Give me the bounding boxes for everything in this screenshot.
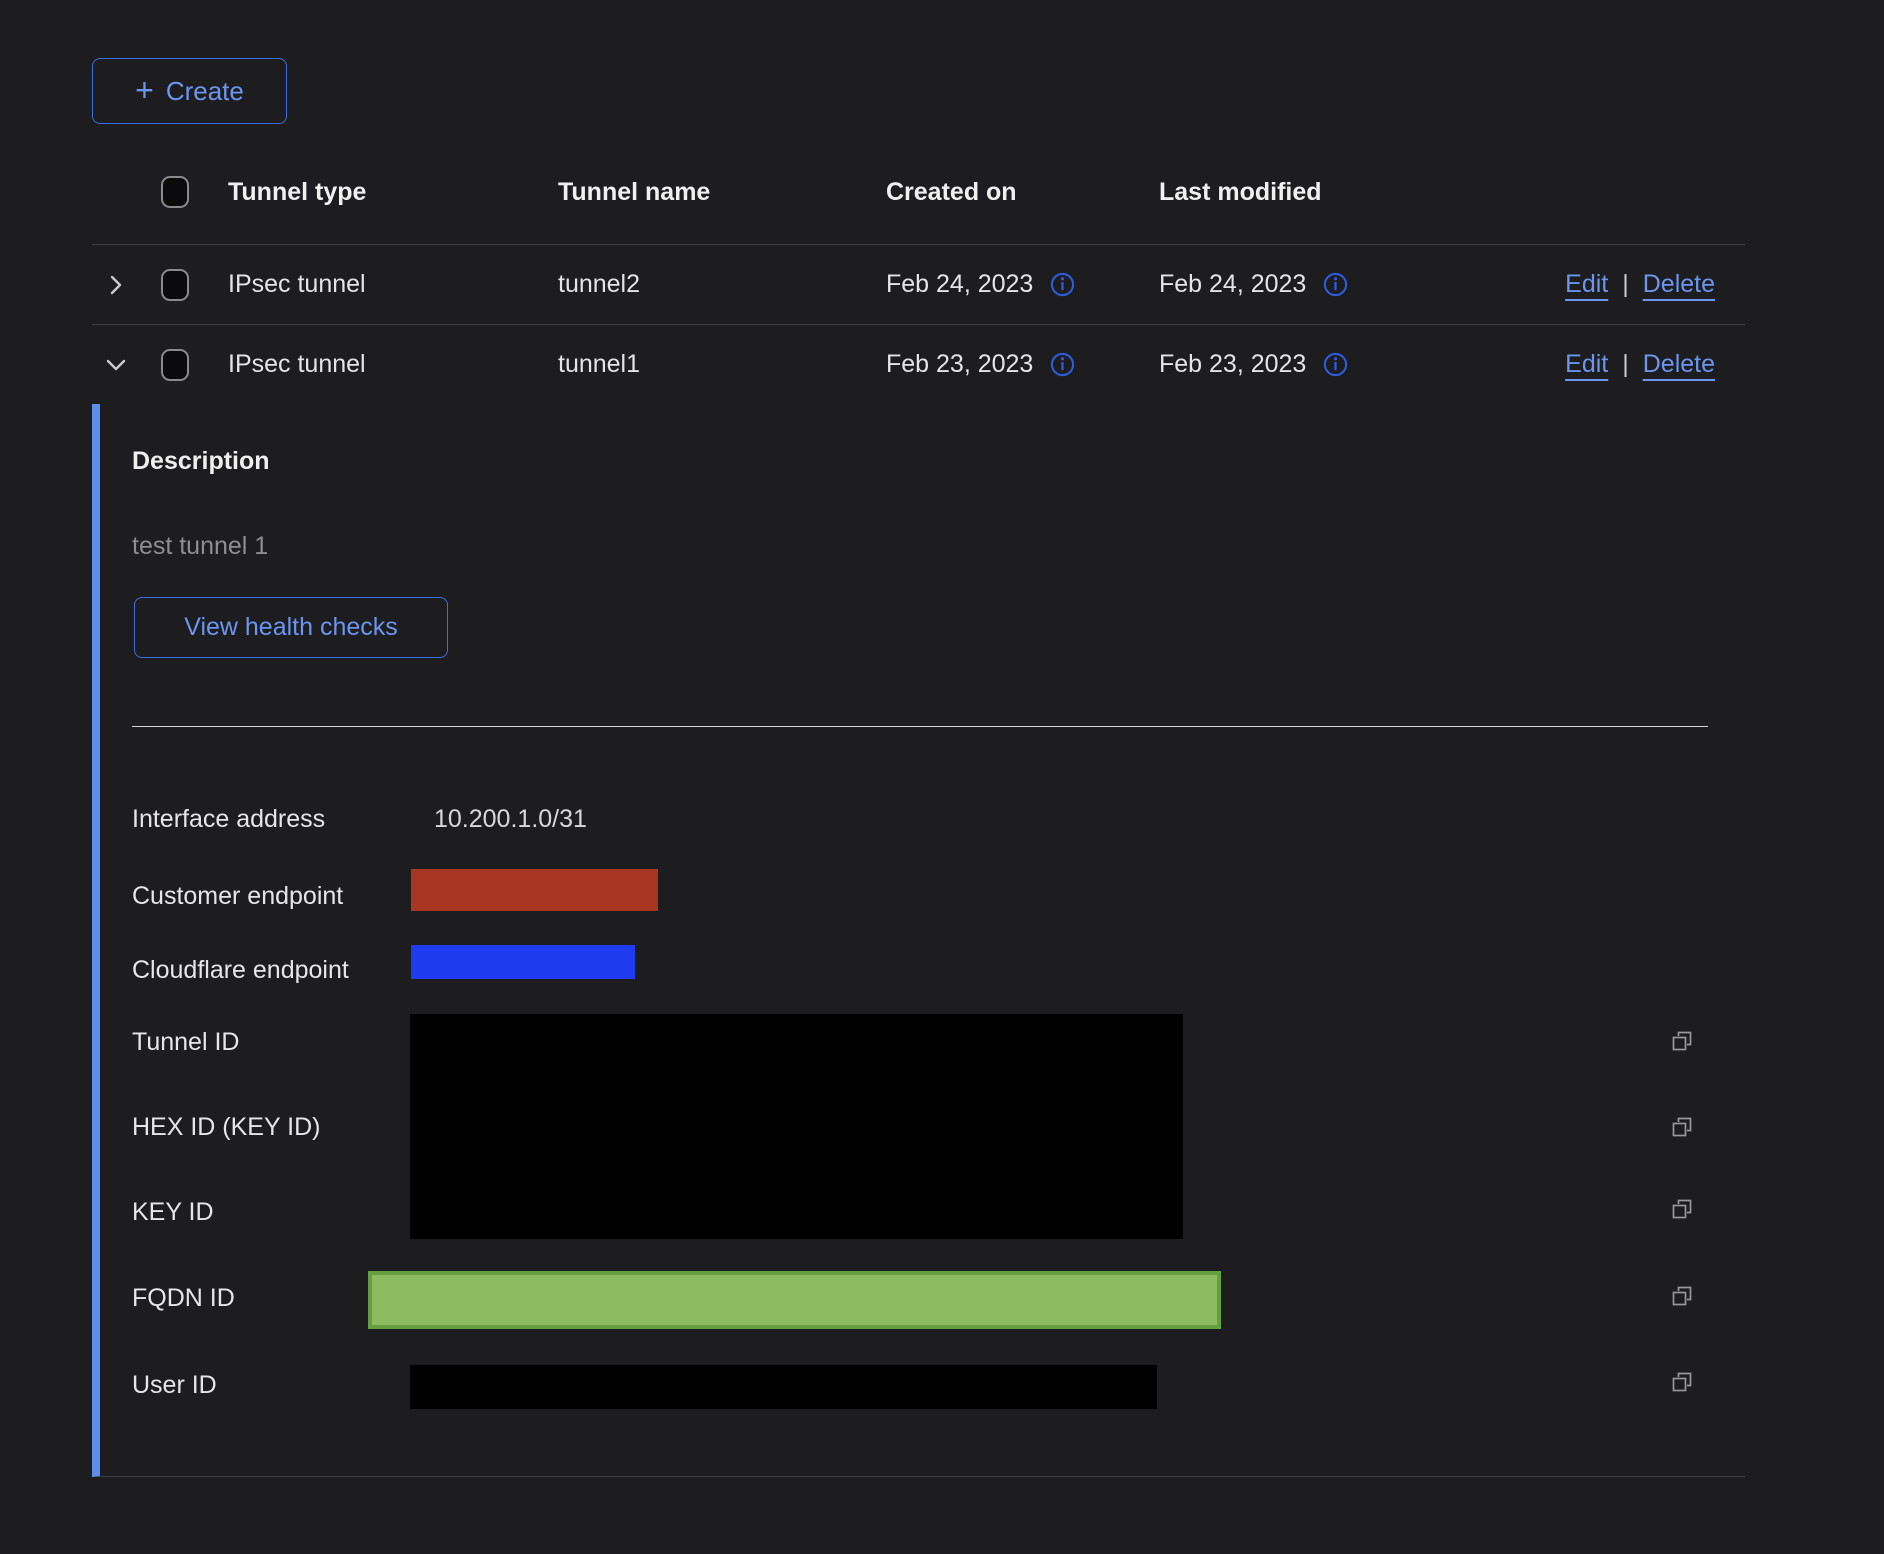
panel-divider [132, 726, 1708, 727]
interface-address-label: Interface address [132, 804, 325, 834]
copy-fqdn-id-button[interactable] [1669, 1283, 1695, 1309]
expand-toggle[interactable] [92, 271, 140, 299]
cell-last-modified: Feb 24, 2023 [1159, 270, 1306, 299]
tunnels-page: + Create Tunnel type Tunnel name Created… [0, 0, 1884, 1554]
actions-separator: | [1622, 350, 1629, 379]
chevron-right-icon [102, 271, 130, 299]
customer-endpoint-label: Customer endpoint [132, 881, 343, 911]
actions-separator: | [1622, 270, 1629, 299]
cell-tunnel-type: IPsec tunnel [228, 350, 558, 379]
table-row: IPsec tunnel tunnel1 Feb 23, 2023 Feb 23… [92, 324, 1745, 404]
cell-tunnel-name: tunnel1 [558, 350, 886, 379]
description-label: Description [132, 446, 270, 476]
delete-link[interactable]: Delete [1643, 350, 1715, 379]
copy-key-id-button[interactable] [1669, 1196, 1695, 1222]
cell-created-on: Feb 24, 2023 [886, 270, 1033, 299]
copy-icon [1669, 1283, 1695, 1309]
tunnel-detail-panel: Description test tunnel 1 View health ch… [92, 404, 1745, 1477]
info-icon[interactable] [1322, 271, 1349, 298]
ids-redaction [410, 1014, 1183, 1239]
row-checkbox[interactable] [161, 349, 189, 381]
info-icon[interactable] [1322, 351, 1349, 378]
header-last-modified: Last modified [1159, 178, 1541, 207]
copy-icon [1669, 1369, 1695, 1395]
edit-link[interactable]: Edit [1565, 350, 1608, 379]
copy-icon [1669, 1114, 1695, 1140]
edit-link[interactable]: Edit [1565, 270, 1608, 299]
key-id-label: KEY ID [132, 1197, 214, 1227]
create-button-label: Create [166, 76, 244, 107]
cell-created-on: Feb 23, 2023 [886, 350, 1033, 379]
view-health-checks-button[interactable]: View health checks [134, 597, 448, 658]
info-icon[interactable] [1049, 351, 1076, 378]
copy-icon [1669, 1028, 1695, 1054]
cloudflare-endpoint-label: Cloudflare endpoint [132, 955, 349, 985]
copy-hex-id-button[interactable] [1669, 1114, 1695, 1140]
select-all-checkbox[interactable] [161, 176, 189, 208]
header-created-on: Created on [886, 178, 1159, 207]
copy-user-id-button[interactable] [1669, 1369, 1695, 1395]
interface-address-value: 10.200.1.0/31 [434, 804, 587, 834]
chevron-down-icon [102, 351, 130, 379]
table-row: IPsec tunnel tunnel2 Feb 24, 2023 Feb 24… [92, 244, 1745, 324]
description-value: test tunnel 1 [132, 531, 268, 561]
cell-last-modified: Feb 23, 2023 [1159, 350, 1306, 379]
hex-id-label: HEX ID (KEY ID) [132, 1112, 320, 1142]
customer-endpoint-redaction [411, 869, 658, 911]
user-id-label: User ID [132, 1370, 217, 1400]
tunnel-table: Tunnel type Tunnel name Created on Last … [92, 140, 1745, 1477]
user-id-redaction [410, 1365, 1157, 1409]
plus-icon: + [135, 74, 154, 106]
collapse-toggle[interactable] [92, 351, 140, 379]
row-checkbox[interactable] [161, 269, 189, 301]
fqdn-id-redaction [368, 1271, 1221, 1329]
create-button[interactable]: + Create [92, 58, 287, 124]
cell-tunnel-type: IPsec tunnel [228, 270, 558, 299]
header-tunnel-type: Tunnel type [228, 178, 558, 207]
cell-tunnel-name: tunnel2 [558, 270, 886, 299]
delete-link[interactable]: Delete [1643, 270, 1715, 299]
tunnel-id-label: Tunnel ID [132, 1027, 239, 1057]
header-tunnel-name: Tunnel name [558, 178, 886, 207]
info-icon[interactable] [1049, 271, 1076, 298]
copy-icon [1669, 1196, 1695, 1222]
table-header-row: Tunnel type Tunnel name Created on Last … [92, 140, 1745, 244]
cloudflare-endpoint-redaction [411, 945, 635, 979]
copy-tunnel-id-button[interactable] [1669, 1028, 1695, 1054]
fqdn-id-label: FQDN ID [132, 1283, 235, 1313]
